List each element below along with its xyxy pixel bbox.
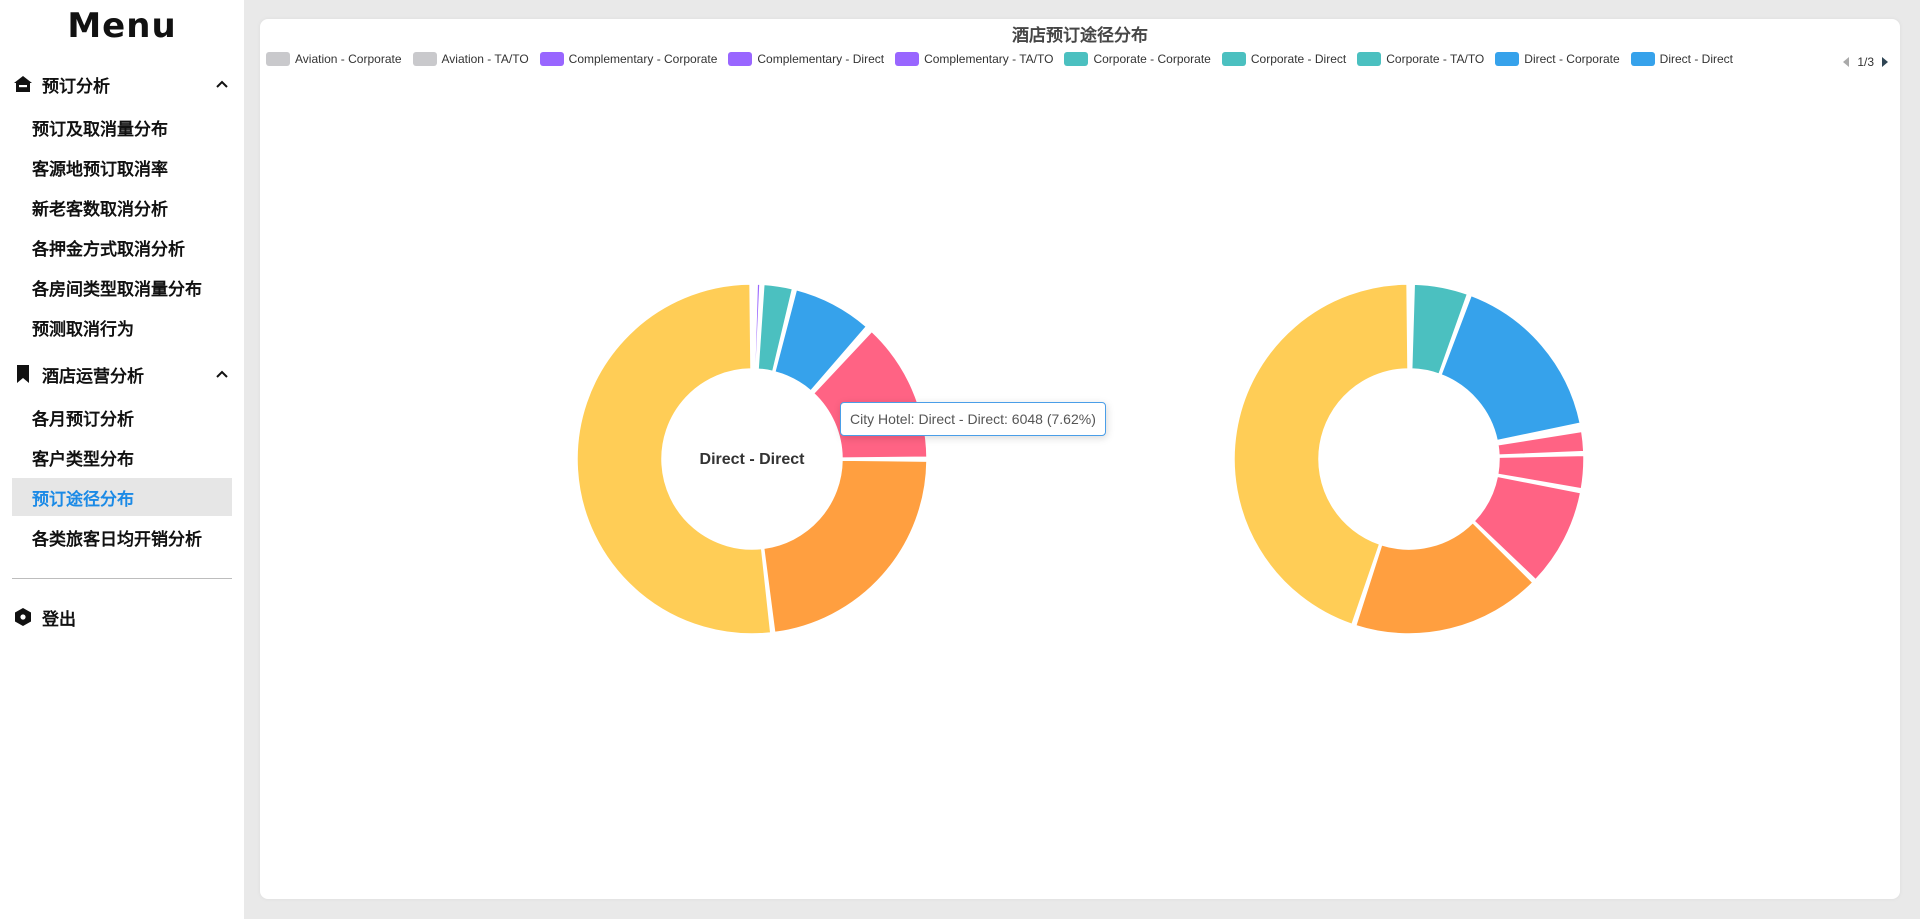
donut-center-label: Direct - Direct — [700, 451, 806, 468]
chevron-up-icon[interactable] — [212, 364, 232, 384]
bookmark-icon — [12, 363, 34, 385]
logout-button[interactable]: 登出 — [12, 600, 232, 634]
sidebar: Menu 预订分析 预订及取消量分布 客源地预订取消率 新老客数取消分析 各押金… — [0, 0, 244, 919]
sidebar-item-origin-cancel-rate[interactable]: 客源地预订取消率 — [12, 148, 232, 186]
home-icon — [12, 73, 34, 95]
donut-slice[interactable] — [1409, 283, 1413, 370]
chevron-up-icon[interactable] — [212, 74, 232, 94]
donut-slice[interactable] — [752, 283, 756, 370]
nav-group-label: 预订分析 — [42, 76, 110, 97]
sidebar-item-predict-cancel[interactable]: 预测取消行为 — [12, 308, 232, 346]
donut-resort-hotel — [1233, 283, 1585, 635]
sidebar-item-daily-spend[interactable]: 各类旅客日均开销分析 — [12, 518, 232, 556]
donut-charts: Direct - Direct — [576, 283, 1585, 635]
nav-group-label: 酒店运营分析 — [42, 366, 144, 387]
donut-slice[interactable] — [1440, 294, 1582, 442]
nav-group-booking-analysis[interactable]: 预订分析 — [12, 67, 232, 101]
chart-card: 酒店预订途径分布 Aviation - Corporate Aviation - … — [260, 19, 1900, 899]
sidebar-item-monthly-booking[interactable]: 各月预订分析 — [12, 398, 232, 436]
nav-group-hotel-operations[interactable]: 酒店运营分析 — [12, 357, 232, 391]
logout-icon — [12, 606, 34, 628]
sidebar-item-room-type-cancel[interactable]: 各房间类型取消量分布 — [12, 268, 232, 306]
sidebar-item-customer-type[interactable]: 客户类型分布 — [12, 438, 232, 476]
sidebar-divider — [12, 578, 232, 579]
sidebar-item-new-returning-cancel[interactable]: 新老客数取消分析 — [12, 188, 232, 226]
menu-title: Menu — [67, 6, 177, 46]
sidebar-item-deposit-cancel[interactable]: 各押金方式取消分析 — [12, 228, 232, 266]
chart-tooltip: City Hotel: Direct - Direct: 6048 (7.62%… — [840, 402, 1106, 436]
sidebar-item-booking-cancel-distribution[interactable]: 预订及取消量分布 — [12, 108, 232, 146]
sidebar-item-booking-channel[interactable]: 预订途径分布 — [12, 478, 232, 516]
logout-label: 登出 — [42, 609, 76, 630]
donut-slice[interactable] — [762, 459, 928, 634]
